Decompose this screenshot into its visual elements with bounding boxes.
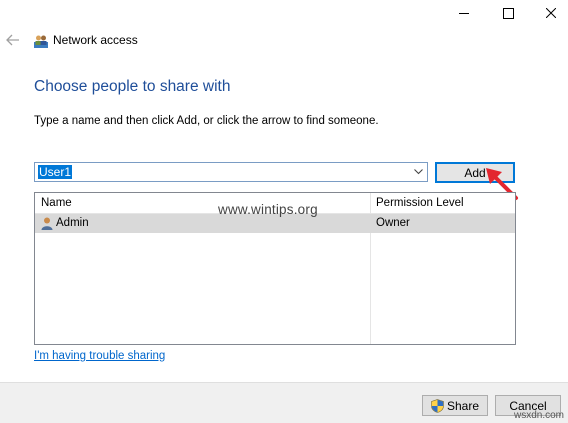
close-button[interactable] bbox=[528, 0, 568, 26]
back-button[interactable] bbox=[6, 33, 20, 47]
window-title: Network access bbox=[53, 33, 138, 47]
trouble-sharing-link[interactable]: I'm having trouble sharing bbox=[34, 350, 165, 362]
name-combobox[interactable]: User1 bbox=[34, 162, 428, 182]
column-header-name[interactable]: Name bbox=[41, 197, 72, 209]
user-icon bbox=[41, 217, 53, 230]
footer-bar: Share Cancel wsxdn.com bbox=[0, 382, 568, 423]
minimize-button[interactable] bbox=[441, 0, 487, 26]
column-header-permission[interactable]: Permission Level bbox=[376, 197, 464, 209]
share-button[interactable]: Share bbox=[422, 395, 488, 416]
network-access-window: Network access Choose people to share wi… bbox=[0, 0, 568, 423]
page-heading: Choose people to share with bbox=[34, 78, 231, 95]
name-input-value[interactable]: User1 bbox=[38, 165, 73, 179]
instruction-text: Type a name and then click Add, or click… bbox=[34, 115, 379, 127]
dropdown-arrow-button[interactable] bbox=[409, 163, 427, 181]
maximize-button[interactable] bbox=[485, 0, 531, 26]
maximize-icon bbox=[502, 7, 514, 19]
network-people-icon bbox=[34, 35, 48, 48]
share-button-label: Share bbox=[446, 398, 480, 413]
site-badge: wsxdn.com bbox=[513, 410, 564, 421]
close-icon bbox=[546, 8, 556, 18]
left-arrow-icon bbox=[6, 34, 19, 46]
uac-shield-icon bbox=[431, 398, 444, 413]
watermark-text: www.wintips.org bbox=[218, 202, 318, 217]
row-name: Admin bbox=[56, 217, 89, 229]
minimize-icon bbox=[459, 12, 469, 14]
row-permission[interactable]: Owner bbox=[376, 217, 410, 229]
chevron-down-icon bbox=[413, 169, 423, 175]
